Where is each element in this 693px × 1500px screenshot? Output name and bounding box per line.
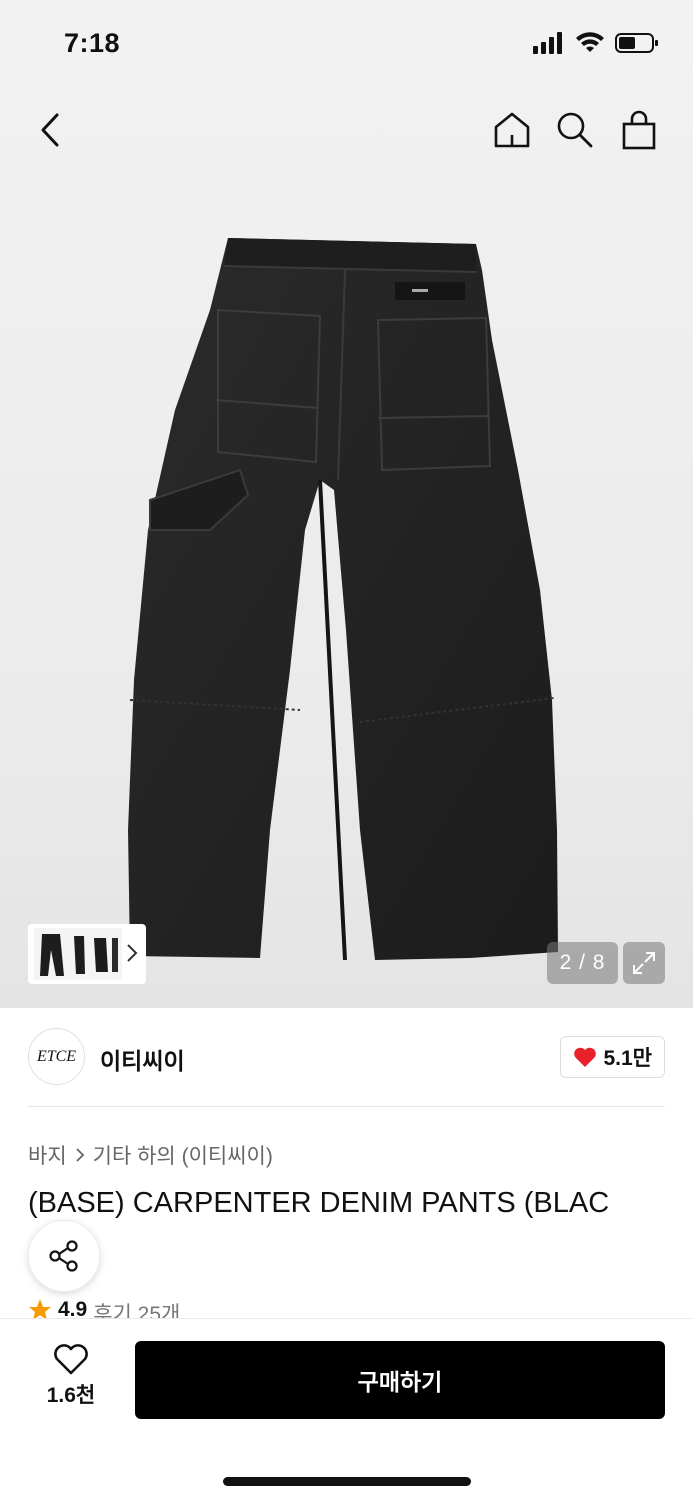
breadcrumb: 바지 기타 하의 (이티씨이) xyxy=(28,1140,273,1170)
brand-like-button[interactable]: 5.1만 xyxy=(560,1036,665,1078)
image-counter: 2 / 8 xyxy=(547,942,618,984)
buy-button[interactable]: 구매하기 xyxy=(135,1341,665,1419)
expand-button[interactable] xyxy=(623,942,665,984)
search-button[interactable] xyxy=(547,100,603,160)
review-count: 후기 25개 xyxy=(93,1303,181,1318)
divider xyxy=(28,1106,665,1107)
product-image-gallery[interactable]: 7:18 2 / 8 xyxy=(0,0,693,1008)
expand-icon xyxy=(633,952,655,974)
rating-score: 4.9 xyxy=(58,1298,88,1318)
battery-icon xyxy=(615,33,658,53)
thumbnail-images xyxy=(34,928,122,980)
share-button[interactable] xyxy=(28,1220,100,1292)
chevron-right-icon xyxy=(76,1148,84,1162)
signal-icon xyxy=(533,32,562,54)
status-icons xyxy=(533,32,659,54)
home-button[interactable] xyxy=(484,100,540,160)
status-bar: 7:18 xyxy=(0,0,693,90)
status-time: 7:18 xyxy=(64,28,121,58)
heart-filled-icon xyxy=(574,1047,597,1067)
cart-icon xyxy=(622,110,656,150)
product-photo xyxy=(128,238,558,961)
heart-outline-icon xyxy=(54,1344,88,1375)
wifi-icon xyxy=(576,32,604,52)
bottom-action-bar: 1.6천 구매하기 xyxy=(0,1318,693,1500)
cart-button[interactable] xyxy=(611,100,667,160)
brand-like-count: 5.1만 xyxy=(603,1047,652,1070)
home-icon xyxy=(494,112,530,148)
wishlist-button[interactable]: 1.6천 xyxy=(30,1343,112,1413)
star-icon xyxy=(29,1299,51,1318)
thumbnail-strip[interactable] xyxy=(28,924,146,984)
share-icon xyxy=(49,1240,78,1272)
breadcrumb-subcategory[interactable]: 기타 하의 (이티씨이) xyxy=(93,1140,273,1170)
product-title: (BASE) CARPENTER DENIM PANTS (BLAC xyxy=(28,1187,610,1219)
top-nav xyxy=(0,100,693,160)
rating-row[interactable]: 4.9 후기 25개 xyxy=(28,1298,180,1318)
brand-logo[interactable]: ETCE xyxy=(28,1028,85,1085)
search-icon xyxy=(557,112,593,148)
brand-name[interactable]: 이티씨이 xyxy=(100,1042,185,1076)
home-indicator xyxy=(223,1477,471,1486)
brand-row: ETCE 이티씨이 5.1만 xyxy=(28,1028,665,1086)
wishlist-count: 1.6천 xyxy=(46,1384,96,1407)
back-button[interactable] xyxy=(22,100,78,160)
chevron-right-icon xyxy=(127,944,138,962)
breadcrumb-category[interactable]: 바지 xyxy=(28,1140,67,1170)
back-icon xyxy=(41,113,59,147)
